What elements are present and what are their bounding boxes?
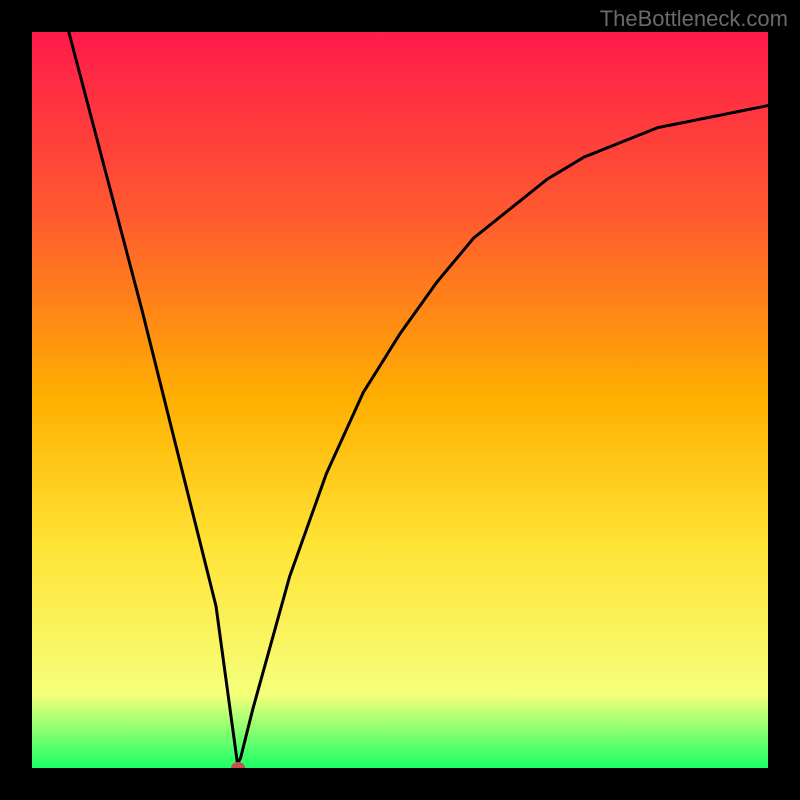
watermark-label: TheBottleneck.com	[600, 6, 788, 32]
chart-frame: TheBottleneck.com	[0, 0, 800, 800]
gradient-background	[32, 32, 768, 768]
chart-plot	[32, 32, 768, 768]
